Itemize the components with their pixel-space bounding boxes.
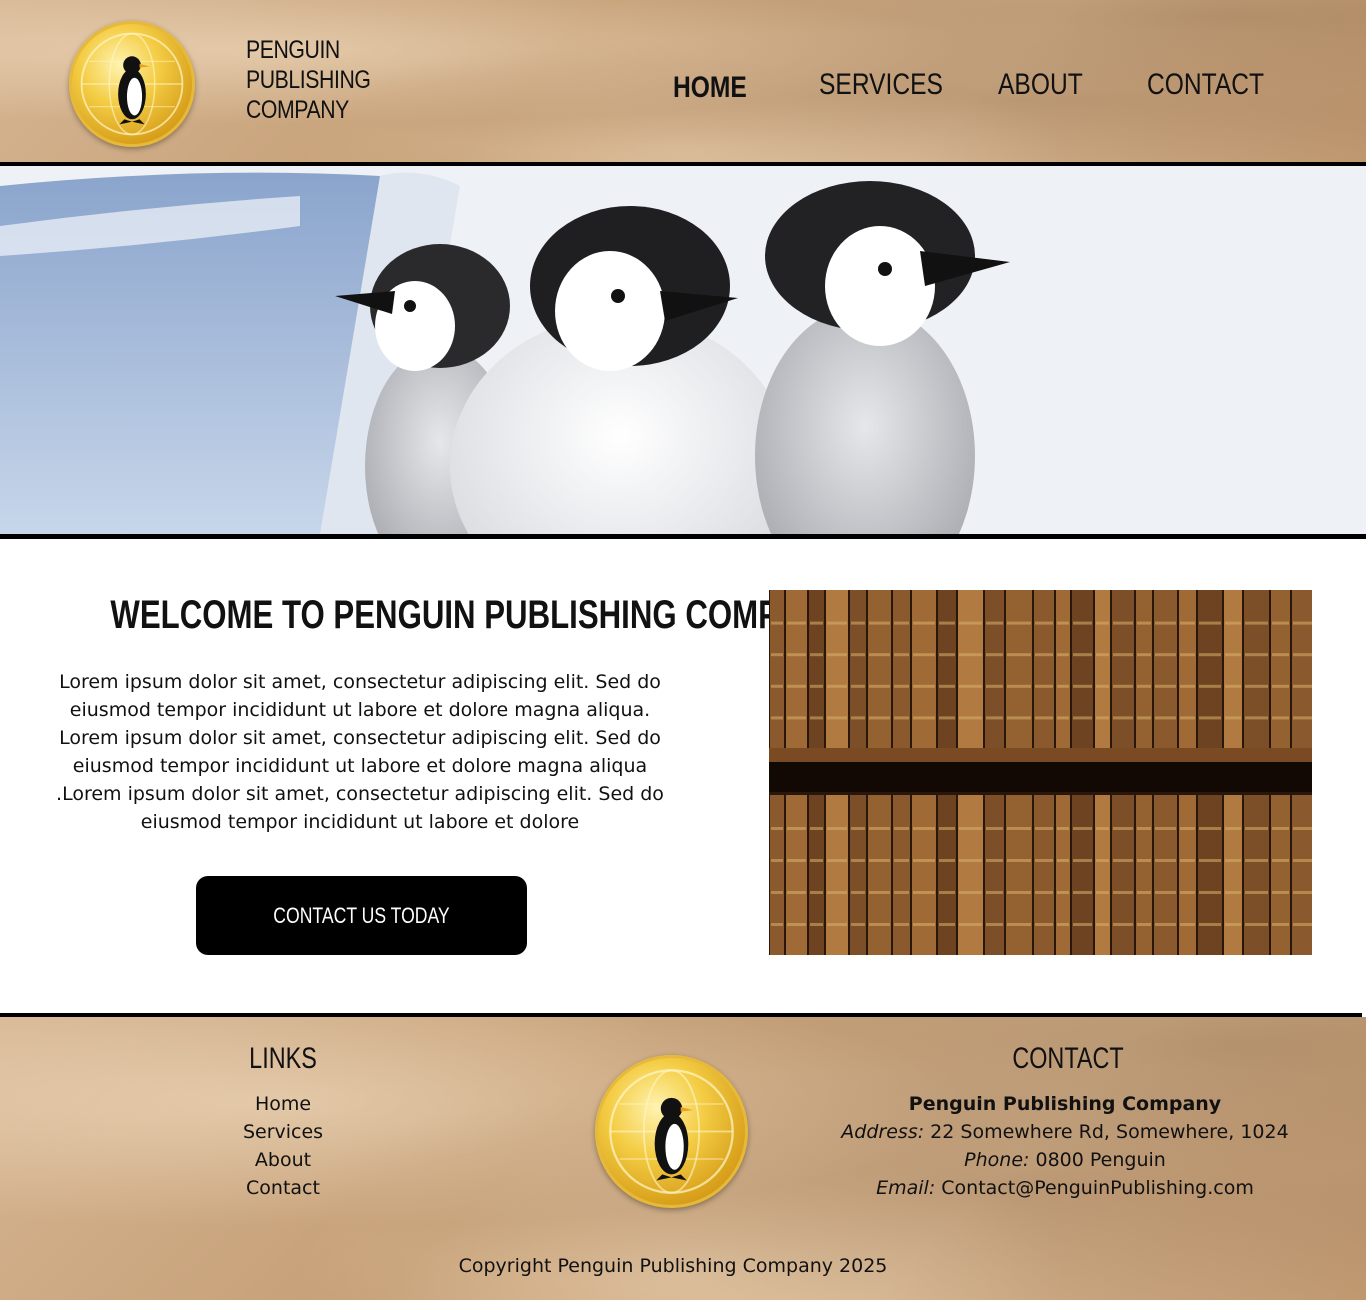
footer-logo-icon (595, 1055, 748, 1208)
site-header: PENGUIN PUBLISHING COMPANY HOME SERVICES… (0, 0, 1366, 166)
page-title: WELCOME TO PENGUIN PUBLISHING COMPANY (110, 593, 843, 637)
address-value: 22 Somewhere Rd, Somewhere, 1024 (930, 1121, 1289, 1143)
bookshelf-illustration (769, 590, 1312, 955)
penguin-icon (654, 1097, 693, 1181)
address-line: Address: 22 Somewhere Rd, Somewhere, 102… (800, 1118, 1330, 1146)
copyright-text: Copyright Penguin Publishing Company 202… (458, 1255, 888, 1277)
footer-link-services[interactable]: Services (183, 1118, 383, 1146)
email-label: Email: (876, 1177, 936, 1199)
footer-link-about[interactable]: About (183, 1146, 383, 1174)
contact-us-button[interactable]: CONTACT US TODAY (196, 876, 527, 955)
bookshelf-image (769, 590, 1312, 955)
welcome-text-line: eiusmod tempor incididunt ut labore et d… (140, 811, 580, 833)
nav-home[interactable]: HOME (673, 71, 747, 105)
footer-link-contact[interactable]: Contact (183, 1174, 383, 1202)
welcome-text-line: .Lorem ipsum dolor sit amet, consectetur… (56, 783, 664, 805)
globe-icon (609, 1069, 734, 1194)
contact-us-label: CONTACT US TODAY (273, 903, 450, 928)
nav-contact[interactable]: CONTACT (1147, 68, 1264, 102)
welcome-text-line: Lorem ipsum dolor sit amet, consectetur … (59, 671, 661, 693)
welcome-text-line: eiusmod tempor incididunt ut labore et d… (69, 699, 651, 721)
penguin-chicks-illustration (0, 166, 1366, 534)
links-heading: LINKS (249, 1042, 317, 1075)
email-line: Email: Contact@PenguinPublishing.com (800, 1174, 1330, 1202)
nav-services[interactable]: SERVICES (819, 68, 943, 102)
phone-label: Phone: (964, 1149, 1030, 1171)
main-nav: HOME SERVICES ABOUT CONTACT (0, 68, 1366, 108)
brand-line: PENGUIN (246, 36, 340, 64)
hero-image (0, 166, 1366, 534)
welcome-text: Lorem ipsum dolor sit amet, consectetur … (40, 668, 680, 836)
phone-line: Phone: 0800 Penguin (800, 1146, 1330, 1174)
nav-about[interactable]: ABOUT (998, 68, 1083, 102)
footer-link-home[interactable]: Home (183, 1090, 383, 1118)
email-value[interactable]: Contact@PenguinPublishing.com (941, 1177, 1254, 1199)
welcome-text-line: eiusmod tempor incididunt ut labore et d… (72, 755, 648, 777)
company-name: Penguin Publishing Company (908, 1093, 1222, 1115)
address-label: Address: (841, 1121, 925, 1143)
contact-heading: CONTACT (1012, 1042, 1124, 1075)
contact-details: Penguin Publishing Company Address: 22 S… (800, 1090, 1330, 1202)
welcome-text-line: Lorem ipsum dolor sit amet, consectetur … (59, 727, 661, 749)
hero-divider (0, 534, 1366, 539)
phone-value[interactable]: 0800 Penguin (1035, 1149, 1165, 1171)
footer-links: Home Services About Contact (183, 1090, 383, 1202)
